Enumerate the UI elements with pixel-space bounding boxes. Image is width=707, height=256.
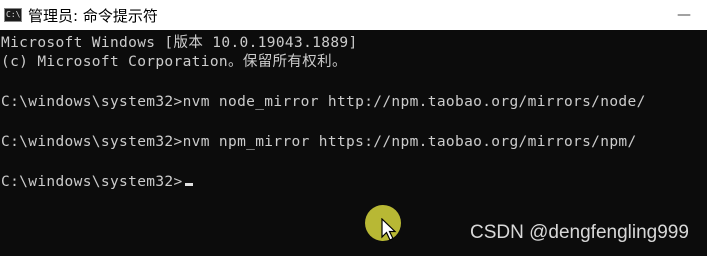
console-line-copyright: (c) Microsoft Corporation。保留所有权利。 [1,54,347,70]
console-line-npm-mirror: C:\windows\system32>nvm npm_mirror https… [1,134,637,150]
cmd-icon-label: C:\ [6,10,21,19]
title-bar: C:\ 管理员: 命令提示符 — [0,0,707,30]
text-cursor [184,183,193,186]
minimize-button[interactable]: — [661,0,707,30]
mouse-pointer-icon [381,218,397,241]
console-line-version: Microsoft Windows [版本 10.0.19043.1889] [1,35,358,51]
console-prompt-line[interactable]: C:\windows\system32> [1,173,193,191]
cmd-icon[interactable]: C:\ [4,8,22,22]
window-title: 管理员: 命令提示符 [28,6,158,25]
console-prompt: C:\windows\system32> [1,174,183,190]
console-line-node-mirror: C:\windows\system32>nvm node_mirror http… [1,94,646,110]
watermark: CSDN @dengfengling999 [470,222,689,243]
